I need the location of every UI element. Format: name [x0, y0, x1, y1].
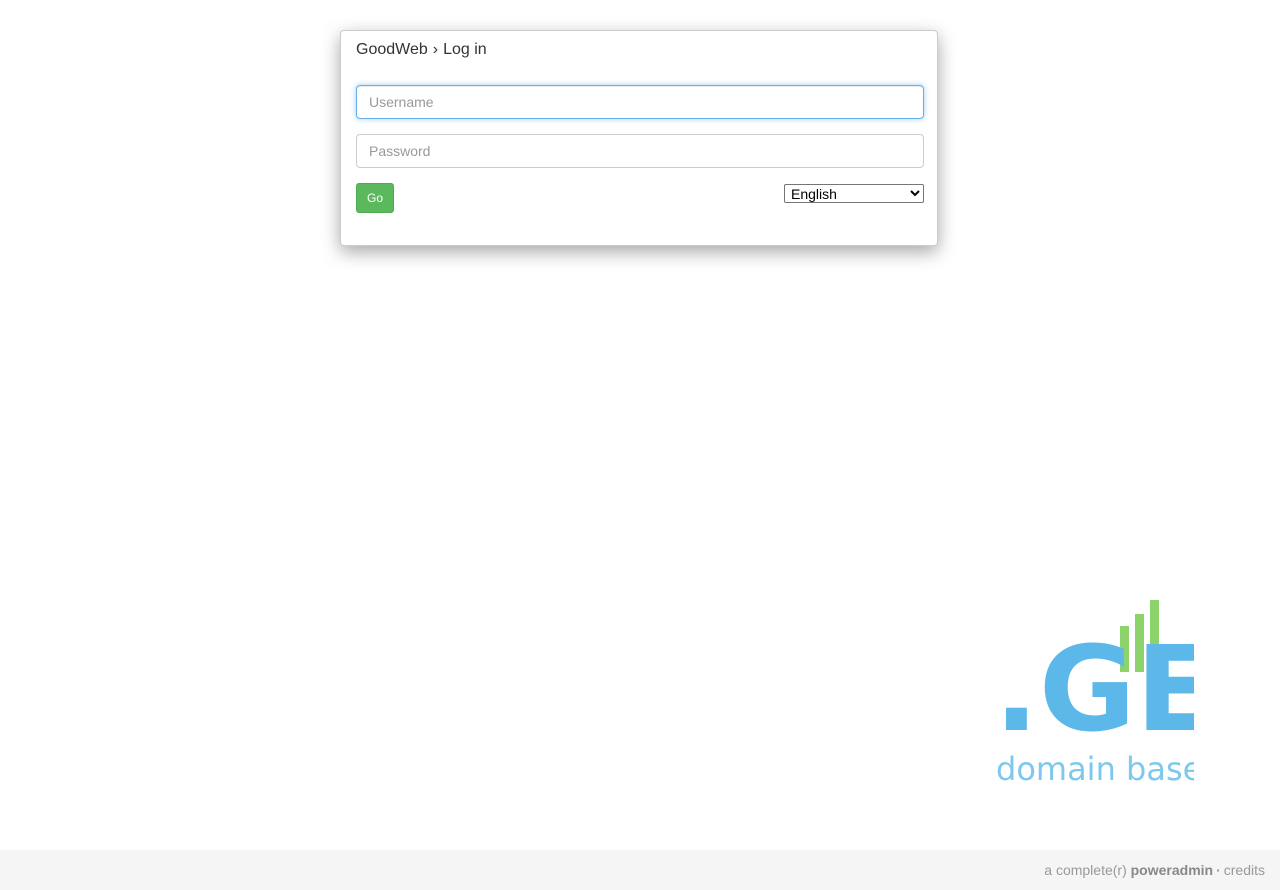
password-input[interactable]	[356, 134, 924, 168]
login-panel: GoodWeb›Log in Go English	[340, 30, 938, 246]
logo-mark: .GE	[994, 620, 1194, 758]
logo-tagline: domain base	[996, 750, 1194, 788]
breadcrumb-separator: ›	[432, 41, 439, 58]
footer-prefix: a complete(r)	[1044, 862, 1127, 878]
breadcrumb-page: Log in	[443, 41, 487, 58]
ge-domain-base-logo: .GE domain base	[994, 600, 1194, 788]
credits-link[interactable]: credits	[1224, 862, 1265, 878]
username-input[interactable]	[356, 85, 924, 119]
breadcrumb: GoodWeb › Log in	[356, 41, 487, 59]
breadcrumb-site: GoodWeb	[356, 41, 428, 58]
language-select[interactable]: English	[784, 184, 924, 203]
footer: a complete(r) poweradmin · credits	[0, 850, 1280, 890]
go-button[interactable]: Go	[356, 183, 394, 213]
page: GoodWeb›Log in Go English .GE domain bas…	[0, 0, 1280, 890]
poweradmin-link[interactable]: poweradmin	[1131, 862, 1213, 878]
footer-separator: ·	[1216, 862, 1221, 878]
footer-text: a complete(r) poweradmin · credits	[1044, 862, 1265, 878]
